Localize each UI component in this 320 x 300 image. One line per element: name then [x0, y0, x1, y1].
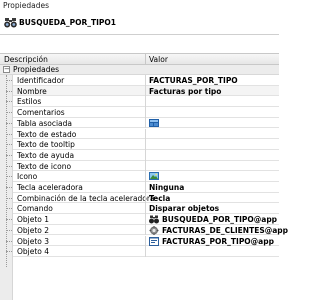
cell-separator [145, 128, 146, 140]
collapse-toggle-icon[interactable]: − [3, 66, 10, 73]
column-separator[interactable] [145, 54, 146, 65]
property-value[interactable]: Facturas por tipo [149, 87, 221, 96]
tree-branch [6, 176, 12, 178]
gear-icon [149, 225, 159, 235]
tree-branch [6, 144, 12, 146]
property-name: Tecla aceleradora [17, 183, 83, 192]
image-icon [149, 172, 159, 181]
object-name: BUSQUEDA_POR_TIPO1 [19, 18, 116, 27]
property-name: Comando [17, 204, 53, 214]
tree-branch [6, 240, 12, 242]
panel-title: Propiedades [0, 0, 279, 11]
property-name: Objeto 1 [17, 215, 50, 225]
table-icon [149, 118, 159, 127]
property-name: Objeto 3 [17, 236, 50, 246]
property-name: Combinación de la tecla aceleradora [17, 193, 155, 203]
property-value[interactable]: FACTURAS_POR_TIPO@app [162, 237, 274, 246]
property-row[interactable]: Tecla aceleradora Ninguna [6, 182, 279, 193]
property-row[interactable]: Objeto 3 FACTURAS_POR_TIPO@app [6, 235, 279, 247]
tree-branch [6, 251, 12, 253]
tree-branch [6, 133, 12, 135]
property-name: Texto de tooltip [17, 140, 75, 150]
column-value[interactable]: Valor [149, 55, 168, 65]
property-value[interactable]: Tecla [149, 194, 170, 203]
property-name: Tabla asociada [17, 118, 73, 128]
cell-separator [145, 235, 146, 247]
tree-branch [6, 90, 12, 92]
property-row[interactable]: Comando Disparar objetos [6, 203, 279, 215]
cell-separator [145, 85, 146, 97]
property-value[interactable]: Ninguna [149, 183, 184, 192]
property-name: Texto de estado [17, 129, 77, 139]
property-name: Estilos [17, 97, 42, 107]
property-name: Icono [17, 172, 38, 182]
property-grid: − Propiedades Identificador FACTURAS_POR_… [0, 65, 288, 300]
column-description[interactable]: Descripción [4, 55, 48, 65]
cell-separator [145, 107, 146, 118]
property-row[interactable]: Objeto 2 FACTURAS_DE_CLIENTES@app [6, 224, 288, 236]
object-header: BUSQUEDA_POR_TIPO1 [0, 11, 279, 35]
tree-branch [6, 229, 12, 231]
property-row[interactable]: Icono [6, 171, 279, 182]
binoculars-icon [4, 16, 17, 29]
property-row[interactable]: Texto de ayuda [6, 149, 279, 161]
property-row[interactable]: Tabla asociada [6, 117, 279, 129]
property-value[interactable]: BUSQUEDA_POR_TIPO@app [162, 215, 277, 224]
cell-separator [145, 75, 146, 86]
cell-separator [145, 171, 146, 182]
tree-branch [6, 154, 12, 156]
binoculars-icon [149, 215, 159, 224]
property-name: Texto de icono [17, 161, 72, 171]
cell-separator [145, 214, 146, 225]
property-name: Objeto 2 [17, 225, 50, 235]
property-row[interactable]: Nombre Facturas por tipo [6, 85, 279, 97]
cell-separator [145, 192, 146, 204]
tree-branch [6, 122, 12, 124]
property-row[interactable]: Objeto 1 BUSQUEDA_POR_TIPO@app [6, 214, 279, 225]
property-row[interactable]: Texto de icono [6, 160, 279, 172]
property-row[interactable]: Comentarios [6, 107, 279, 118]
cell-separator [145, 224, 146, 236]
spacer [0, 35, 279, 53]
cell-separator [145, 182, 146, 193]
column-header: Descripción Valor [0, 53, 279, 65]
tree-branch [6, 219, 12, 221]
property-name: Nombre [17, 86, 47, 96]
property-name: Identificador [17, 76, 65, 85]
tree-branch [6, 80, 12, 81]
grid-empty-area [13, 267, 279, 300]
property-row[interactable]: Combinación de la tecla aceleradora Tecla [6, 192, 279, 204]
tree-branch [6, 101, 12, 103]
property-name: Objeto 4 [17, 247, 50, 257]
property-value[interactable]: FACTURAS_DE_CLIENTES@app [162, 226, 288, 235]
cell-separator [145, 139, 146, 150]
tree-branch [6, 197, 12, 199]
cell-separator [145, 149, 146, 161]
tree-branch [6, 112, 12, 114]
property-row[interactable]: Objeto 4 [6, 246, 279, 257]
cell-separator [145, 117, 146, 129]
tree-branch [6, 208, 12, 210]
cell-separator [145, 246, 146, 257]
property-row[interactable]: Texto de estado [6, 128, 279, 140]
cell-separator [145, 96, 146, 108]
property-row[interactable]: Identificador FACTURAS_POR_TIPO [6, 75, 279, 86]
property-value[interactable]: Disparar objetos [149, 204, 219, 213]
tree-branch [6, 165, 12, 167]
property-value[interactable]: FACTURAS_POR_TIPO [149, 76, 238, 85]
property-name: Comentarios [17, 108, 65, 118]
cell-separator [145, 203, 146, 215]
category-label: Propiedades [13, 65, 59, 74]
property-name: Texto de ayuda [17, 150, 75, 160]
form-icon [149, 236, 159, 246]
tree-branch [6, 187, 12, 188]
property-row[interactable]: Texto de tooltip [6, 139, 279, 150]
category-propiedades[interactable]: − Propiedades [0, 65, 279, 75]
tree-line [6, 75, 7, 267]
property-row[interactable]: Estilos [6, 96, 279, 108]
cell-separator [145, 160, 146, 172]
